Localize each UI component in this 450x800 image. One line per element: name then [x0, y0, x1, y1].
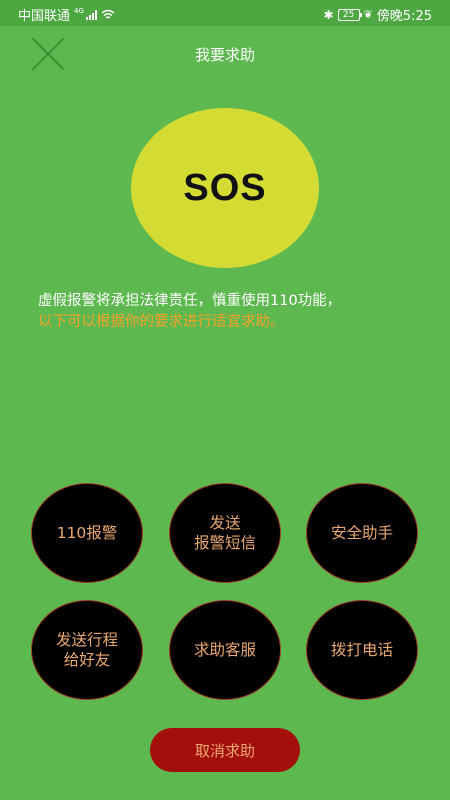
bluetooth-icon: ✱: [323, 7, 334, 22]
status-bar-left: 中国联通 4G: [18, 5, 115, 24]
status-bar: 中国联通 4G ✱ 25 ❦ 傍晚5:25: [0, 0, 450, 26]
action-label: 给好友: [63, 651, 111, 669]
action-label: 报警短信: [193, 534, 256, 552]
notice-warning-line: 虚假报警将承担法律责任，慎重使用110功能，: [38, 293, 342, 309]
action-label: 发送: [209, 514, 241, 532]
carrier-label: 中国联通: [18, 9, 71, 24]
signal-icon: [85, 9, 97, 20]
network-type-label: 4G: [74, 6, 84, 15]
phone-call-button[interactable]: 拨打电话: [306, 600, 418, 700]
battery-level: 25: [342, 9, 355, 20]
sos-button[interactable]: SOS: [131, 108, 319, 268]
action-label: 安全助手: [330, 524, 393, 542]
cancel-help-button[interactable]: 取消求助: [150, 728, 300, 772]
send-alarm-sms-button[interactable]: 发送 报警短信: [169, 483, 281, 583]
customer-service-button[interactable]: 求助客服: [169, 600, 281, 700]
wifi-icon: [101, 9, 115, 19]
clock: 傍晚5:25: [376, 9, 432, 24]
action-label: 求助客服: [193, 641, 256, 659]
page-title: 我要求助: [194, 46, 255, 64]
action-label: 拨打电话: [330, 641, 393, 659]
legal-notice: 虚假报警将承担法律责任，慎重使用110功能， 以下可以根据你的要求进行适宜求助。: [38, 291, 418, 333]
status-bar-right: ✱ 25 ❦ 傍晚5:25: [323, 5, 432, 25]
share-trip-button[interactable]: 发送行程 给好友: [31, 600, 143, 700]
power-saving-leaf-icon: ❦: [363, 8, 373, 21]
sos-label: SOS: [183, 166, 267, 209]
battery-icon: 25: [337, 8, 362, 21]
action-label: 110报警: [56, 524, 118, 542]
safety-assistant-button[interactable]: 安全助手: [306, 483, 418, 583]
call-110-button[interactable]: 110报警: [31, 483, 143, 583]
notice-hint-line: 以下可以根据你的要求进行适宜求助。: [38, 314, 285, 330]
action-label: 发送行程: [55, 631, 118, 649]
cancel-label: 取消求助: [194, 741, 255, 760]
